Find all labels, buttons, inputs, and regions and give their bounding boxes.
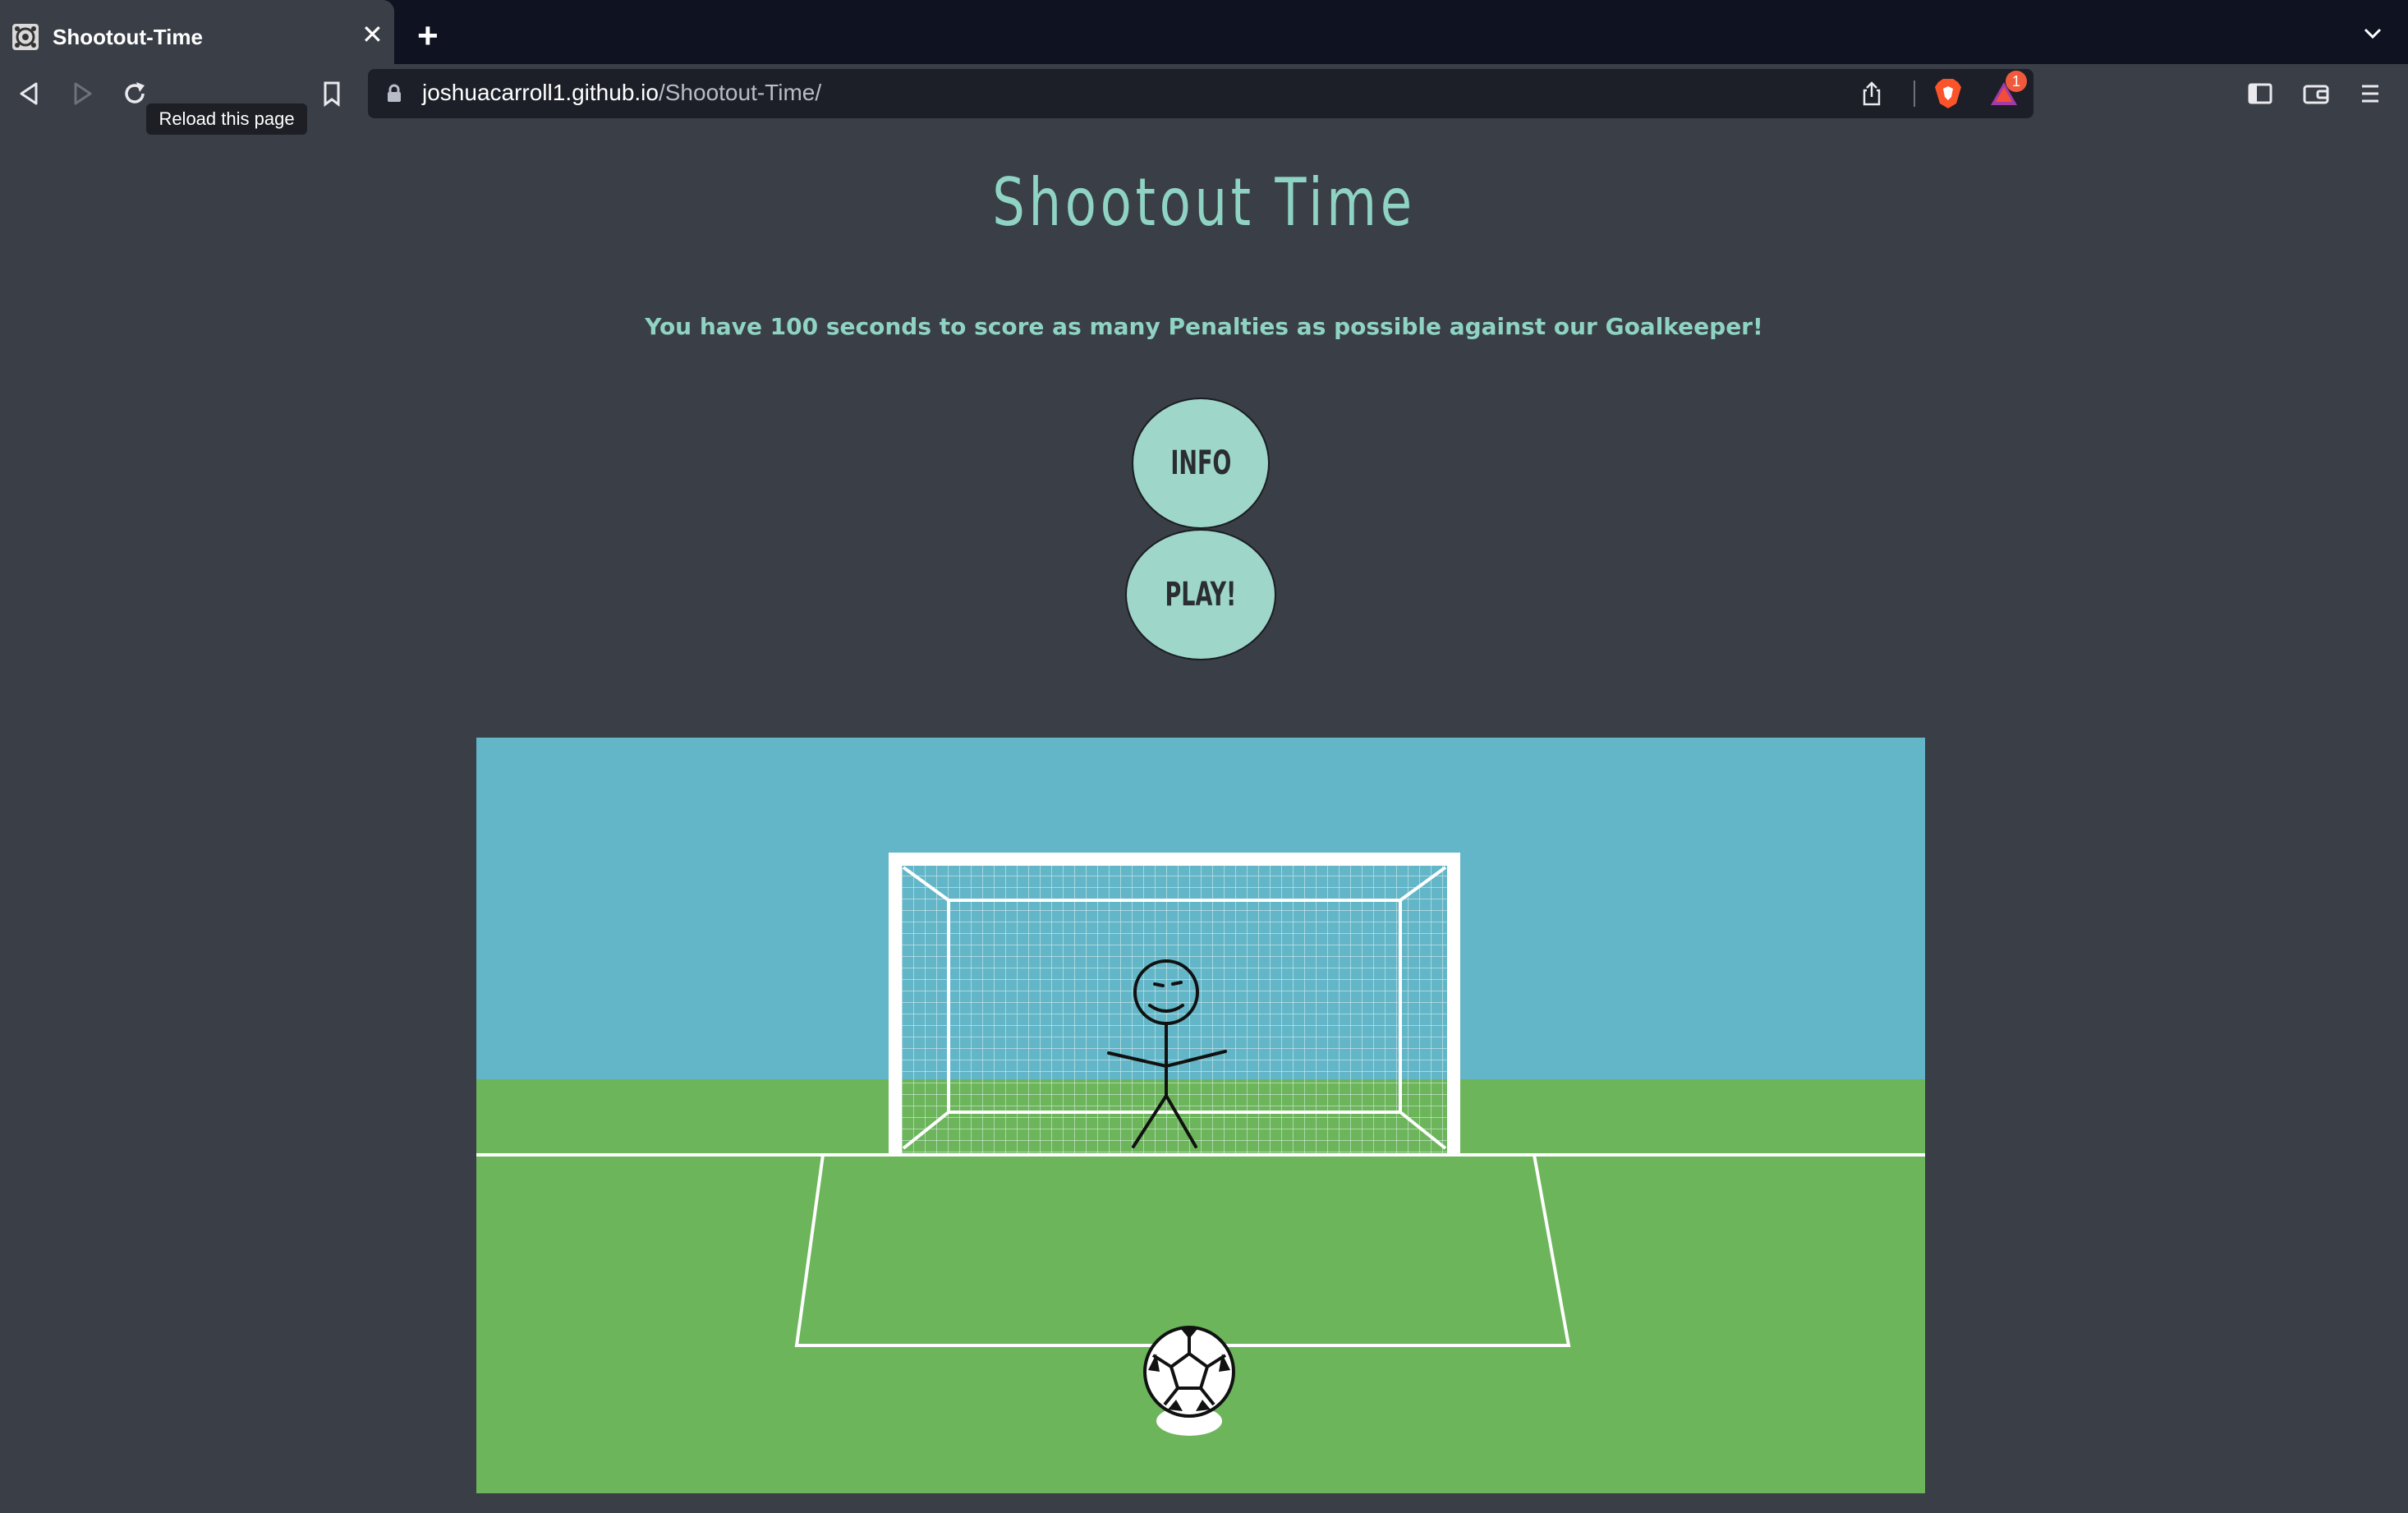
sidebar-icon[interactable] [2245, 79, 2275, 108]
reload-icon[interactable] [120, 79, 149, 108]
notification-badge: 1 [2006, 71, 2027, 92]
divider [1914, 80, 1915, 107]
wallet-icon[interactable] [2301, 79, 2331, 108]
game-canvas[interactable] [476, 738, 1925, 1493]
url-path: /Shootout-Time/ [658, 80, 822, 105]
reload-tooltip: Reload this page [146, 103, 307, 135]
tab-title: Shootout-Time [53, 25, 203, 49]
bookmark-icon[interactable] [317, 79, 347, 108]
info-button[interactable]: INFO [1132, 398, 1270, 529]
tab-strip: Shootout-Time ✕ + [0, 0, 2408, 64]
info-button-label: INFO [1170, 444, 1231, 482]
favicon-icon [12, 24, 39, 50]
new-tab-icon[interactable]: + [417, 18, 439, 54]
share-icon[interactable] [1859, 80, 1884, 107]
page-title: Shootout Time [992, 164, 1416, 241]
url-domain: joshuacarroll1.github.io [422, 80, 659, 105]
brave-shield-icon[interactable] [1933, 77, 1963, 110]
tab-list-icon[interactable] [2362, 23, 2383, 44]
play-button-label: PLAY! [1165, 576, 1237, 614]
ball-icon [1143, 1326, 1235, 1436]
address-bar[interactable]: joshuacarroll1.github.io/Shootout-Time/ … [368, 69, 2033, 118]
intro-text: You have 100 seconds to score as many Pe… [645, 313, 1763, 340]
forward-icon[interactable] [67, 79, 97, 108]
url-text: joshuacarroll1.github.io/Shootout-Time/ [422, 80, 821, 106]
play-button[interactable]: PLAY! [1125, 529, 1276, 660]
close-icon[interactable]: ✕ [361, 21, 384, 48]
back-icon[interactable] [15, 79, 44, 108]
menu-icon[interactable] [2355, 79, 2385, 108]
tab-active[interactable]: Shootout-Time ✕ [0, 0, 394, 64]
lock-icon [388, 84, 401, 102]
